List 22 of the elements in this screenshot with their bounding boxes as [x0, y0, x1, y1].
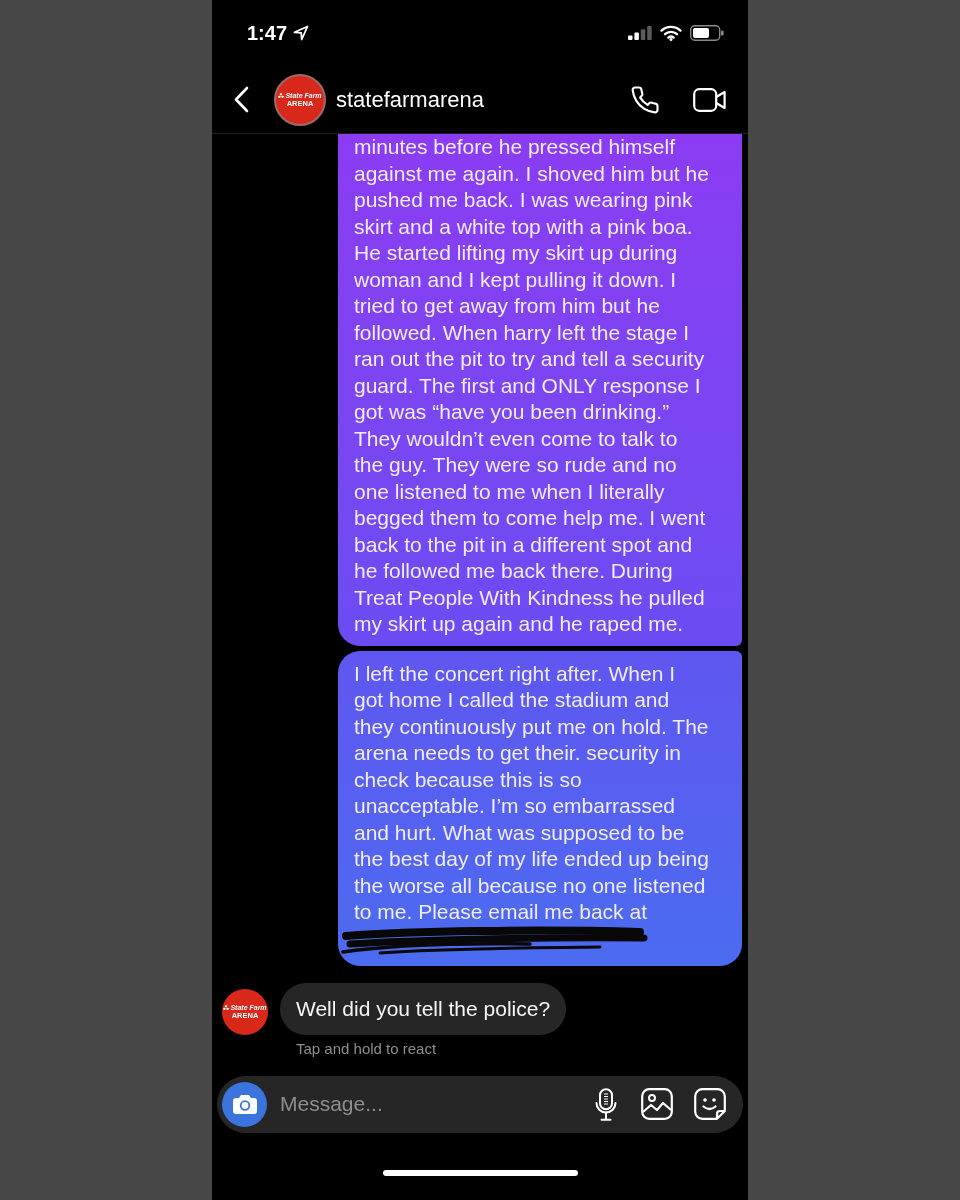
reaction-hint: Tap and hold to react [296, 1038, 437, 1059]
status-time: 1:47 [247, 23, 288, 43]
microphone-icon[interactable] [595, 1087, 617, 1121]
phone-call-icon[interactable] [630, 84, 660, 115]
back-icon[interactable] [233, 86, 249, 113]
profile-name[interactable]: statefarmarena [336, 88, 484, 111]
message-field[interactable]: Message... [217, 1075, 743, 1133]
message-text: Well did you tell the police? [296, 995, 551, 1022]
logo-mark-icon [223, 1004, 230, 1010]
location-arrow-icon [293, 25, 310, 41]
signal-bars-icon [628, 26, 652, 40]
gallery-icon[interactable] [641, 1088, 673, 1120]
message-text: I left the concert right after. When I got home I called the stadium and they continuously put me on hold. The arena needs to get their. security in check because this is so unacceptable. I’m so embarrassed and hurt. What was supposed to be the best day of my life ended up being the worse all because no one listened to me. Please email me back at [354, 660, 710, 925]
camera-button[interactable] [222, 1081, 267, 1127]
camera-icon [232, 1094, 257, 1114]
sticker-icon[interactable] [694, 1088, 726, 1120]
logo-mark-icon [278, 92, 285, 98]
video-camera-icon[interactable] [693, 87, 726, 112]
battery-icon [690, 25, 724, 41]
message-input[interactable]: Message... [280, 1088, 595, 1120]
wifi-icon [660, 25, 682, 41]
message-text: minutes before he pressed himself against me again. I shoved him but he pushed me back. I was wearing pink skirt and a white top with a pink boa. He started lifting my skirt up during woman and I kept pulling it down. I tried to get away from him but he followed. When harry left the stage I ran out the pit to try and tell a security guard. The first and ONLY response I got was “have you been drinking.” They wouldn’t even come to talk to the guy. They were so rude and no one listened to me when I literally begged them to come help me. I went back to the pit in a different spot and he followed me back there. During Treat People With Kindness he pulled my skirt up again and he raped me. [354, 134, 710, 637]
